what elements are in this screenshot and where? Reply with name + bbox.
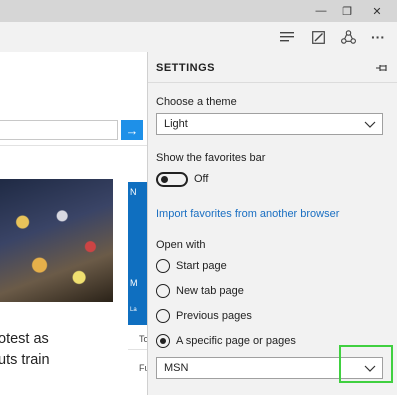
search-submit-button[interactable]: → (121, 120, 143, 140)
radio-button[interactable] (156, 334, 170, 348)
browser-toolbar: ··· (0, 22, 397, 52)
panel-footer-strip (147, 395, 397, 403)
web-page: → otest as uts train N M La To Fu (0, 52, 147, 403)
side-text[interactable]: Fu (139, 363, 147, 373)
minimize-icon: — (315, 5, 327, 17)
hub-button[interactable] (273, 25, 301, 49)
hub-icon (280, 32, 294, 42)
radio-label: New tab page (176, 285, 244, 297)
pin-button[interactable] (375, 61, 389, 75)
toggle-state-label: Off (194, 173, 209, 185)
search-input[interactable] (0, 120, 118, 140)
radio-label: Previous pages (176, 310, 252, 322)
radio-button[interactable] (156, 309, 170, 323)
theme-select[interactable]: Light (156, 113, 383, 135)
side-text[interactable]: To (139, 334, 147, 344)
divider (0, 145, 147, 146)
pin-icon (376, 65, 387, 71)
chevron-down-icon (364, 121, 376, 128)
side-card-letter: N (130, 187, 137, 197)
open-with-label: Open with (156, 239, 206, 251)
headline-line: otest as (0, 331, 49, 347)
more-button[interactable]: ··· (364, 25, 392, 49)
toggle-knob (161, 176, 168, 183)
favorites-bar-toggle[interactable] (156, 172, 188, 187)
news-photo[interactable] (0, 179, 113, 302)
divider (128, 349, 147, 350)
headline-line: uts train (0, 352, 50, 368)
favorites-bar-label: Show the favorites bar (156, 152, 266, 164)
side-card-letter: La (130, 307, 137, 313)
web-note-button[interactable] (304, 25, 332, 49)
radio-label: A specific page or pages (176, 335, 296, 347)
close-button[interactable]: ✕ (362, 0, 392, 22)
title-bar: — ❐ ✕ (0, 0, 397, 22)
arrow-right-icon: → (125, 122, 139, 138)
highlight-box (339, 345, 393, 383)
close-icon: ✕ (372, 5, 382, 18)
maximize-icon: ❐ (342, 5, 352, 18)
side-news-card[interactable]: N M La (128, 182, 147, 325)
side-card-letter: M (130, 278, 138, 288)
news-headline[interactable]: otest as uts train (0, 329, 108, 371)
theme-select-value: Light (164, 118, 188, 130)
share-icon (340, 30, 356, 44)
theme-label: Choose a theme (156, 96, 237, 108)
web-note-icon (311, 30, 325, 44)
more-icon: ··· (371, 29, 385, 45)
radio-label: Start page (176, 260, 227, 272)
specific-page-select-value: MSN (164, 362, 189, 374)
radio-selected-dot (159, 337, 166, 344)
radio-button[interactable] (156, 259, 170, 273)
settings-title: SETTINGS (156, 62, 216, 74)
divider (148, 82, 397, 83)
maximize-button[interactable]: ❐ (332, 0, 362, 22)
share-button[interactable] (334, 25, 362, 49)
radio-button[interactable] (156, 284, 170, 298)
import-favorites-link[interactable]: Import favorites from another browser (156, 208, 339, 220)
